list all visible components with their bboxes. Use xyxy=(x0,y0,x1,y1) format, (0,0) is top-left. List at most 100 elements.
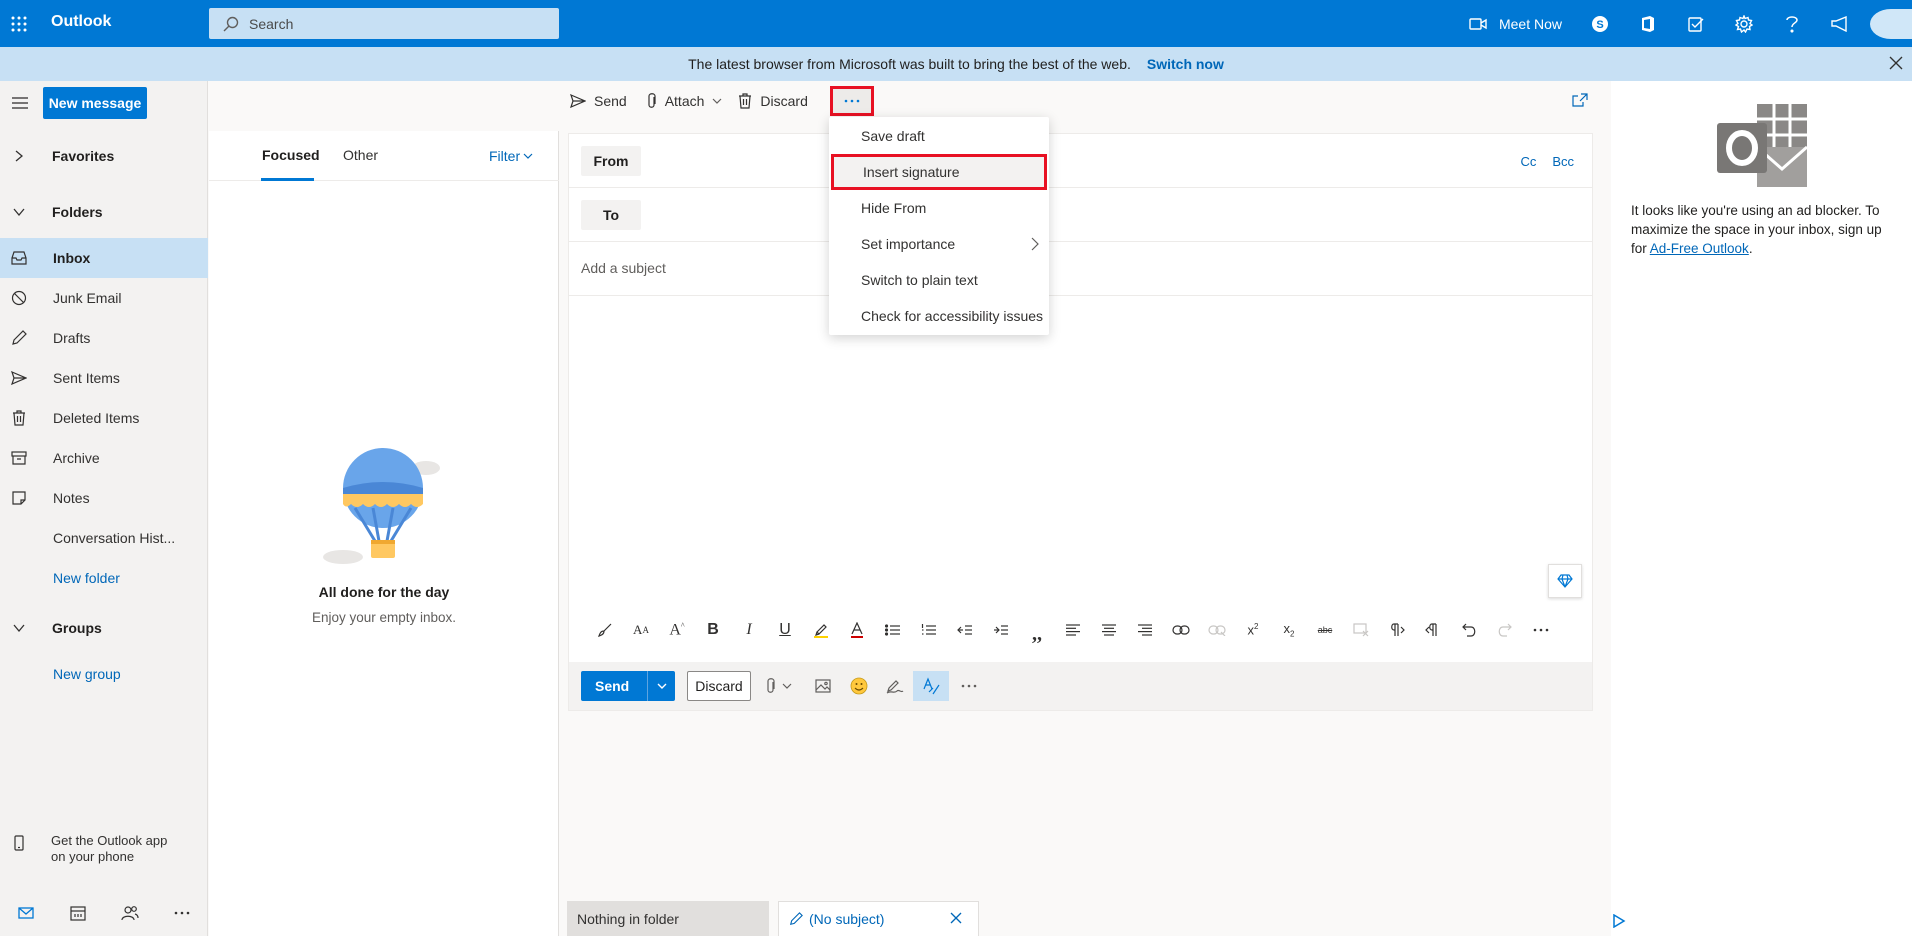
search-box[interactable] xyxy=(209,8,559,39)
subscript-button[interactable]: x2 xyxy=(1271,614,1307,646)
cc-link[interactable]: Cc xyxy=(1520,154,1536,169)
todo-button[interactable] xyxy=(1672,0,1720,47)
meet-now-button[interactable]: Meet Now xyxy=(1455,0,1576,47)
align-left-button[interactable] xyxy=(1055,614,1091,646)
sidebar-item-archive[interactable]: Archive xyxy=(0,438,208,478)
underline-button[interactable]: U xyxy=(767,614,803,646)
send-button[interactable]: Send xyxy=(581,671,676,701)
numbering-button[interactable] xyxy=(911,614,947,646)
send-options-button[interactable] xyxy=(647,671,675,701)
more-formatting-button[interactable] xyxy=(1523,614,1559,646)
clear-formatting-button[interactable] xyxy=(1343,614,1379,646)
help-button[interactable] xyxy=(1768,0,1816,47)
to-button[interactable]: To xyxy=(581,200,641,230)
discard-button[interactable]: Discard xyxy=(687,671,751,701)
tab-focused[interactable]: Focused xyxy=(262,147,320,163)
switch-now-link[interactable]: Switch now xyxy=(1147,56,1224,72)
close-draft-tab-button[interactable] xyxy=(950,912,962,924)
popout-button[interactable] xyxy=(1572,93,1588,107)
decrease-indent-button[interactable] xyxy=(947,614,983,646)
signature-button[interactable] xyxy=(877,671,913,701)
highlight-button[interactable] xyxy=(803,614,839,646)
menu-item-save-draft[interactable]: Save draft xyxy=(829,118,1049,154)
sidebar-item-deleted[interactable]: Deleted Items xyxy=(0,398,208,438)
increase-indent-button[interactable] xyxy=(983,614,1019,646)
ad-free-outlook-link[interactable]: Ad-Free Outlook xyxy=(1650,241,1749,256)
align-right-button[interactable] xyxy=(1127,614,1163,646)
bold-button[interactable]: B xyxy=(695,614,731,646)
message-body[interactable] xyxy=(569,296,1592,606)
more-compose-options-button[interactable] xyxy=(951,671,987,701)
menu-item-insert-signature[interactable]: Insert signature xyxy=(831,154,1047,190)
skype-button[interactable]: S xyxy=(1576,0,1624,47)
sidebar-item-notes[interactable]: Notes xyxy=(0,478,208,518)
redo-button[interactable] xyxy=(1487,614,1523,646)
menu-item-hide-from[interactable]: Hide From xyxy=(829,190,1049,226)
editor-icon xyxy=(923,677,940,695)
quote-button[interactable]: ,, xyxy=(1019,614,1055,646)
bullets-button[interactable] xyxy=(875,614,911,646)
insert-link-button[interactable] xyxy=(1163,614,1199,646)
more-options-button[interactable] xyxy=(830,86,874,116)
rtl-button[interactable] xyxy=(1415,614,1451,646)
new-folder-label: New folder xyxy=(53,570,120,586)
tab-draft-no-subject[interactable]: (No subject) xyxy=(778,901,979,936)
app-launcher-button[interactable] xyxy=(0,0,38,47)
insert-picture-button[interactable] xyxy=(805,671,841,701)
format-painter-button[interactable] xyxy=(587,614,623,646)
premium-button[interactable] xyxy=(1548,564,1582,598)
sidebar-item-sent[interactable]: Sent Items xyxy=(0,358,208,398)
sidebar-item-inbox[interactable]: Inbox xyxy=(0,238,208,278)
ltr-button[interactable] xyxy=(1379,614,1415,646)
editor-button[interactable] xyxy=(912,671,949,701)
filter-button[interactable]: Filter xyxy=(489,148,533,164)
settings-button[interactable] xyxy=(1720,0,1768,47)
folders-header[interactable]: Folders xyxy=(0,197,208,227)
menu-item-set-importance[interactable]: Set importance xyxy=(829,226,1049,262)
mail-module-button[interactable] xyxy=(0,907,52,919)
tab-nothing-in-folder[interactable]: Nothing in folder xyxy=(567,901,769,936)
feedback-button[interactable] xyxy=(1816,0,1864,47)
popout-icon xyxy=(1572,93,1588,107)
more-apps-button[interactable] xyxy=(156,911,208,915)
strikethrough-button[interactable]: abc xyxy=(1307,614,1343,646)
sidebar-item-conversation-history[interactable]: Conversation Hist... xyxy=(0,518,208,558)
font-color-button[interactable] xyxy=(839,614,875,646)
italic-button[interactable]: I xyxy=(731,614,767,646)
calendar-module-button[interactable] xyxy=(52,905,104,921)
draft-tab-label: (No subject) xyxy=(809,911,885,927)
new-group-link[interactable]: New group xyxy=(0,654,208,694)
office-button[interactable] xyxy=(1624,0,1672,47)
sidebar-item-drafts[interactable]: Drafts xyxy=(0,318,208,358)
office-icon xyxy=(1642,15,1654,32)
font-size-button[interactable]: A^ xyxy=(659,614,695,646)
new-message-button[interactable]: New message xyxy=(43,87,147,119)
font-button[interactable]: AA xyxy=(623,614,659,646)
collapse-nav-button[interactable] xyxy=(6,91,34,115)
send-command[interactable]: Send xyxy=(562,85,635,117)
align-center-button[interactable] xyxy=(1091,614,1127,646)
menu-item-check-accessibility[interactable]: Check for accessibility issues xyxy=(829,298,1049,334)
attach-file-button[interactable] xyxy=(761,671,797,701)
new-folder-link[interactable]: New folder xyxy=(0,558,208,598)
emoji-button[interactable] xyxy=(841,671,877,701)
tab-other[interactable]: Other xyxy=(343,147,378,163)
get-app-promo[interactable]: Get the Outlook app on your phone xyxy=(0,833,208,865)
banner-close-button[interactable] xyxy=(1888,55,1904,71)
ad-choices-button[interactable] xyxy=(1612,914,1626,928)
avatar[interactable] xyxy=(1870,8,1912,39)
superscript-button[interactable]: x2 xyxy=(1235,614,1271,646)
sidebar-item-junk[interactable]: Junk Email xyxy=(0,278,208,318)
from-button[interactable]: From xyxy=(581,146,641,176)
app-title[interactable]: Outlook xyxy=(51,13,111,31)
undo-button[interactable] xyxy=(1451,614,1487,646)
menu-item-switch-to-plain-text[interactable]: Switch to plain text xyxy=(829,262,1049,298)
people-module-button[interactable] xyxy=(104,905,156,921)
search-input[interactable] xyxy=(249,15,539,32)
remove-link-button[interactable] xyxy=(1199,614,1235,646)
bcc-link[interactable]: Bcc xyxy=(1552,154,1574,169)
discard-command[interactable]: Discard xyxy=(730,85,815,117)
groups-header[interactable]: Groups xyxy=(0,613,208,643)
attach-command[interactable]: Attach xyxy=(639,85,731,117)
favorites-header[interactable]: Favorites xyxy=(0,141,208,171)
